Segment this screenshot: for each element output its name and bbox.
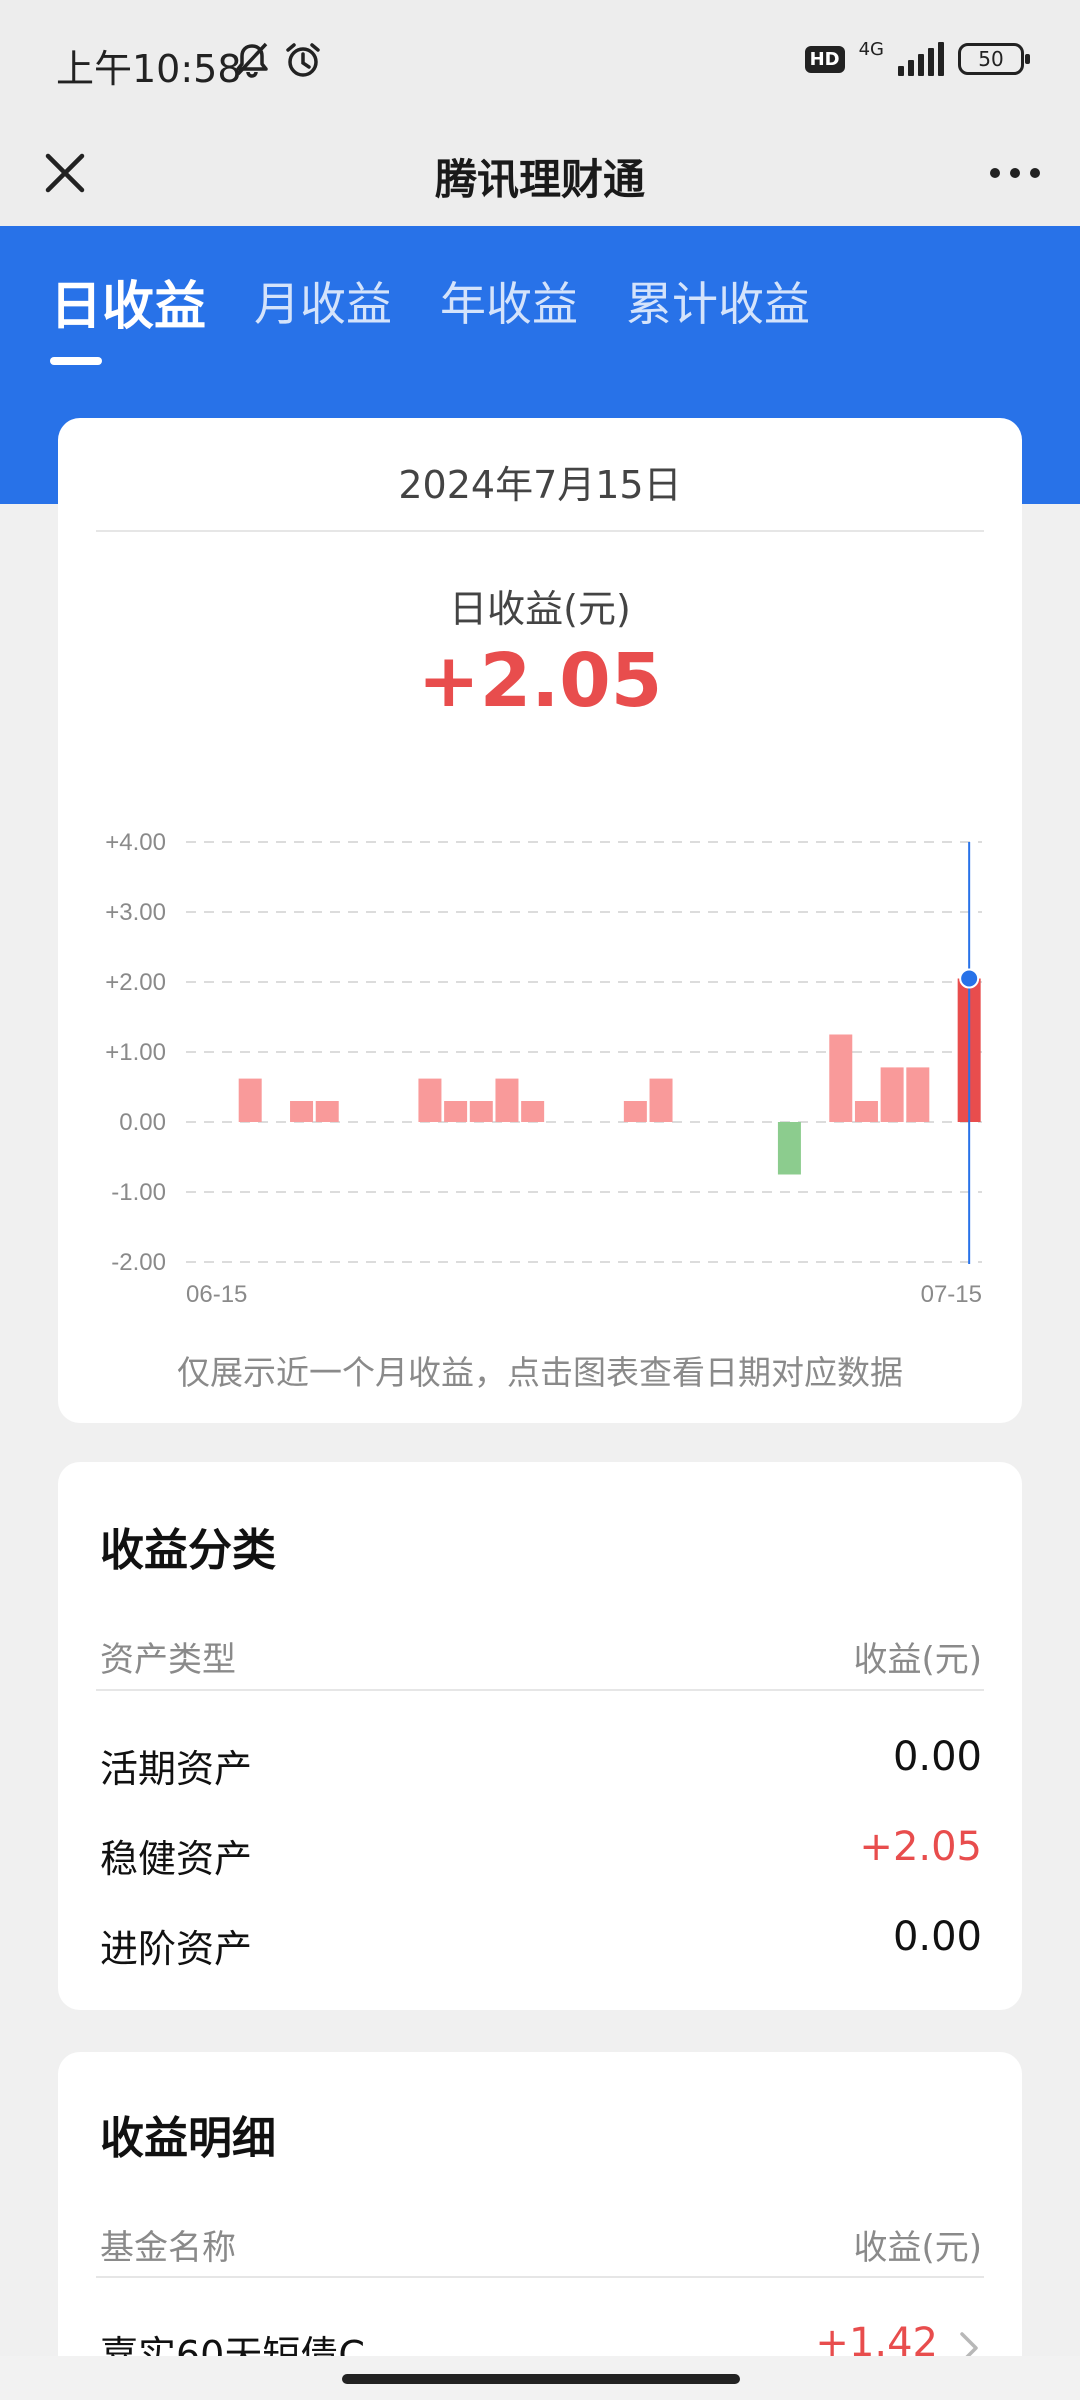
earnings-detail-card: 收益明细 基金名称 收益(元) 嘉实60天短债C +1.42 [58, 2052, 1022, 2400]
chart-bar [777, 1122, 801, 1175]
column-header-earnings: 收益(元) [853, 1640, 982, 1680]
selection-marker [959, 968, 980, 989]
x-tick-label: 06-15 [186, 1281, 247, 1308]
daily-earnings-card: 2024年7月15日 日收益(元) +2.05 +4.00 +3.00 +2.00 +… [58, 418, 1022, 1423]
earnings-category-card: 收益分类 资产类型 收益(元) 活期资产 0.00 稳健资产 +2.05 进阶资… [58, 1462, 1022, 2010]
signal-icon [898, 42, 944, 76]
x-tick-label: 07-15 [921, 1281, 982, 1308]
divider [96, 1689, 984, 1691]
chart-bar [290, 1101, 314, 1122]
more-icon[interactable] [980, 148, 1050, 198]
daily-earnings-label: 日收益(元) [449, 587, 631, 631]
chart-bar [880, 1067, 904, 1122]
chart-bar [521, 1101, 545, 1122]
alarm-icon [286, 43, 320, 77]
page-title: 腾讯理财通 [434, 155, 645, 204]
chart-bar [829, 1034, 853, 1122]
column-header-earnings: 收益(元) [853, 2228, 982, 2268]
status-bar: 上午10:58 HD 4G 50 [0, 0, 1080, 120]
divider [96, 2276, 984, 2278]
chart-bar [649, 1078, 673, 1122]
y-tick-label: +1.00 [105, 1039, 166, 1066]
chart-bar [623, 1101, 647, 1122]
section-title: 收益分类 [100, 1525, 276, 1576]
chart-bar [444, 1101, 468, 1122]
network-type: 4G [858, 38, 884, 60]
chart-bar [906, 1067, 930, 1122]
category-value: 0.00 [892, 1734, 982, 1780]
status-right: HD 4G 50 [804, 38, 1030, 76]
hd-icon: HD [804, 45, 845, 73]
y-tick-label: -1.00 [111, 1179, 166, 1206]
nav-bar: 腾讯理财通 [0, 120, 1080, 226]
chart-bar [495, 1078, 519, 1122]
battery-icon: 50 [958, 43, 1030, 75]
y-tick-label: +3.00 [105, 899, 166, 926]
category-label: 进阶资产 [100, 1927, 253, 1971]
home-indicator[interactable] [342, 2374, 740, 2384]
chart-bar [238, 1078, 262, 1122]
y-tick-label: +4.00 [105, 829, 166, 856]
chart-bar [315, 1101, 339, 1122]
tab-daily[interactable]: 日收益 [50, 264, 206, 339]
y-tick-label: +2.00 [105, 969, 166, 996]
category-label: 稳健资产 [100, 1837, 253, 1881]
chart-bar [469, 1101, 493, 1122]
daily-earnings-value: +2.05 [417, 638, 663, 724]
category-label: 活期资产 [100, 1747, 253, 1791]
tab-monthly[interactable]: 月收益 [254, 268, 392, 343]
category-value: 0.00 [892, 1914, 982, 1960]
status-time: 上午10:58 [56, 47, 242, 91]
chart-bar [854, 1101, 878, 1122]
tab-bar: 日收益 月收益 年收益 累计收益 [50, 268, 810, 343]
chart-note: 仅展示近一个月收益，点击图表查看日期对应数据 [177, 1353, 903, 1392]
y-tick-label: 0.00 [119, 1109, 166, 1136]
tab-indicator [50, 357, 102, 365]
section-title: 收益明细 [100, 2113, 276, 2164]
category-value: +2.05 [859, 1824, 982, 1870]
y-tick-label: -2.00 [111, 1249, 166, 1276]
earnings-chart[interactable]: +4.00 +3.00 +2.00 +1.00 0.00 -1.00 -2.00 06-15 0… [58, 788, 1022, 1328]
divider [96, 530, 984, 532]
tab-cumulative[interactable]: 累计收益 [626, 268, 810, 343]
date-label: 2024年7月15日 [398, 463, 682, 507]
column-header-fund-name: 基金名称 [100, 2228, 236, 2268]
chart-bar [418, 1078, 442, 1122]
column-header-asset-type: 资产类型 [100, 1640, 236, 1680]
bell-off-icon [236, 42, 268, 78]
tab-yearly[interactable]: 年收益 [440, 268, 578, 343]
